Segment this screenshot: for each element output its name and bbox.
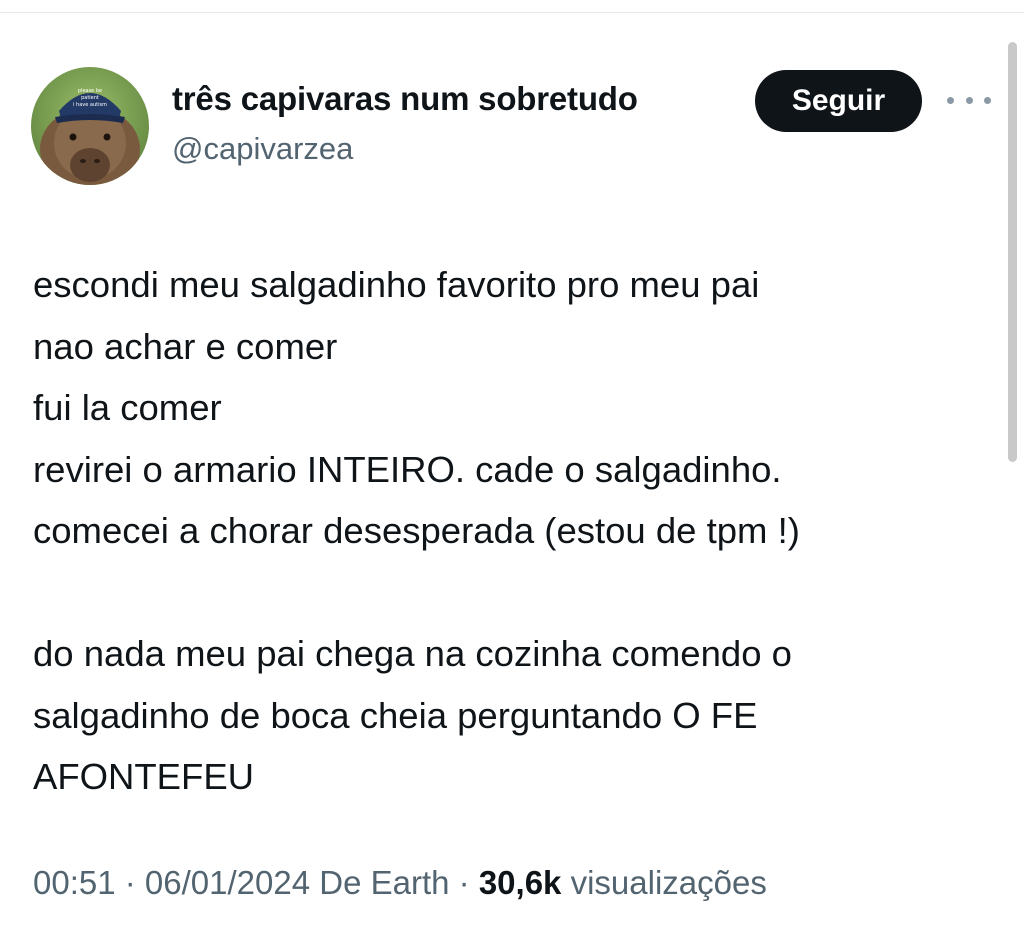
tweet-date[interactable]: 06/01/2024: [145, 864, 310, 901]
tweet-source: De Earth: [319, 864, 450, 901]
dot: [947, 96, 954, 104]
tweet-time[interactable]: 00:51: [33, 864, 116, 901]
separator: ·: [115, 864, 145, 901]
tweet-line: nao achar e comer: [33, 325, 338, 367]
tweet-text: escondi meu salgadinho favorito pro meu …: [33, 254, 993, 808]
tweet-line: comecei a chorar desesperada (estou de t…: [33, 510, 800, 551]
views-count[interactable]: 30,6k: [479, 864, 562, 901]
views-label[interactable]: visualizações: [571, 864, 767, 901]
avatar[interactable]: please be patient i have autism: [31, 67, 149, 185]
dot: [984, 96, 991, 104]
separator: ·: [449, 864, 479, 901]
tweet-line: AFONTEFEU: [33, 756, 255, 797]
tweet-line: do nada meu pai chega na cozinha comendo…: [33, 633, 792, 674]
top-divider: [0, 12, 1024, 13]
follow-button[interactable]: Seguir: [755, 70, 922, 132]
tweet-line: salgadinho de boca cheia perguntando O F…: [33, 694, 758, 736]
scrollbar[interactable]: [1008, 42, 1017, 462]
svg-text:i have autism: i have autism: [73, 102, 107, 108]
more-horizontal-icon[interactable]: [947, 90, 991, 110]
dot: [965, 96, 973, 104]
author-handle[interactable]: @capivarzea: [172, 131, 353, 167]
capybara-avatar-image: please be patient i have autism: [31, 67, 149, 185]
svg-text:please be: please be: [78, 88, 102, 94]
tweet-meta: 00:51 · 06/01/2024 De Earth · 30,6k visu…: [33, 864, 767, 902]
author-display-name[interactable]: três capivaras num sobretudo: [172, 80, 638, 118]
tweet-line: fui la comer: [33, 387, 222, 428]
svg-text:patient: patient: [81, 95, 99, 101]
tweet-line: escondi meu salgadinho favorito pro meu …: [33, 264, 760, 305]
tweet-line: revirei o armario INTEIRO. cade o salgad…: [33, 448, 782, 490]
